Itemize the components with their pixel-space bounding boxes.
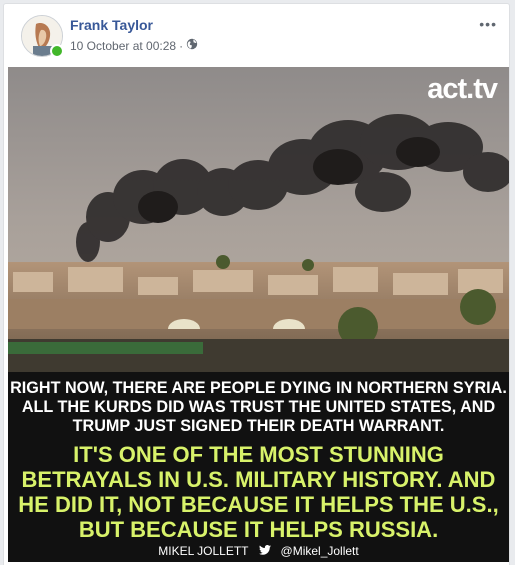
act-tv-logo: act.tv [427, 73, 498, 105]
caption-green-text: IT'S ONE OF THE MOST STUNNING BETRAYALS … [18, 442, 499, 542]
author-name[interactable]: Frank Taylor [70, 17, 153, 33]
post-image[interactable]: act.tv RIGHT NOW, THERE ARE PEOPLE DYING… [8, 67, 509, 562]
credit-name: MIKEL JOLLETT [158, 544, 249, 558]
caption-white-text: RIGHT NOW, THERE ARE PEOPLE DYING IN NOR… [10, 379, 507, 435]
post-timestamp[interactable]: 10 October at 00:28 [70, 39, 176, 53]
post-meta: 10 October at 00:28 · [70, 38, 198, 53]
twitter-bird-icon [258, 544, 271, 558]
globe-icon[interactable] [186, 38, 198, 53]
facebook-post: Frank Taylor 10 October at 00:28 · ••• a… [3, 3, 510, 565]
avatar[interactable] [21, 15, 64, 58]
credit-handle: @Mikel_Jollett [280, 544, 359, 558]
quote-credit: MIKEL JOLLETT @Mikel_Jollett [8, 544, 509, 558]
image-caption: RIGHT NOW, THERE ARE PEOPLE DYING IN NOR… [8, 372, 509, 562]
online-status-dot [50, 44, 64, 58]
post-options-button[interactable]: ••• [479, 16, 497, 32]
meta-separator: · [179, 38, 184, 53]
smoke-over-city-photo [8, 67, 509, 372]
